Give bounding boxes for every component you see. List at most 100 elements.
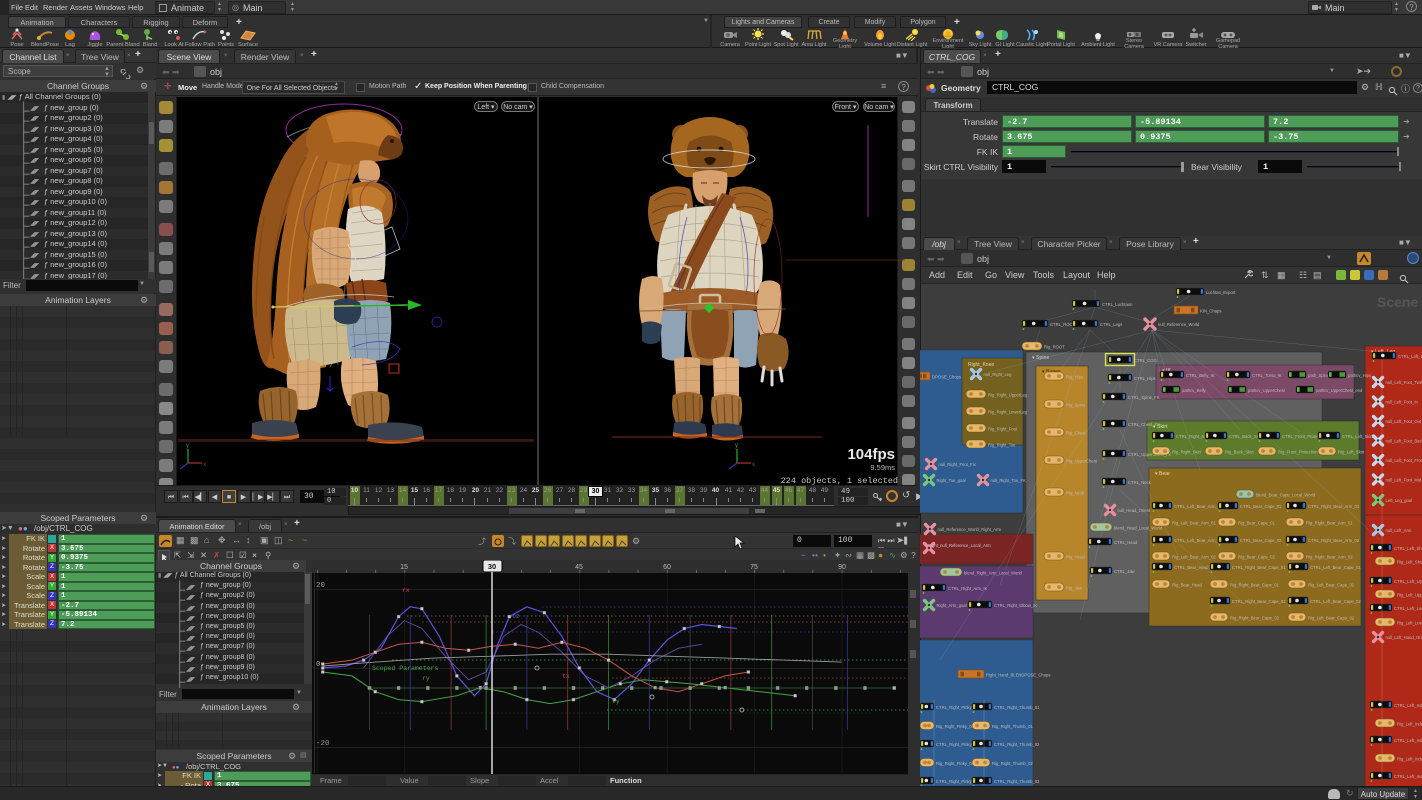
svg-text:▾ Bear: ▾ Bear	[1155, 471, 1170, 477]
svg-text:Right_Arm_goal: Right_Arm_goal	[937, 603, 967, 608]
svg-text:CTRL_Left_Bear_Cape_01: CTRL_Left_Bear_Cape_01	[1310, 565, 1361, 570]
svg-text:Scoped Parameters: Scoped Parameters	[372, 665, 438, 672]
svg-text:Right_Hand_BLENDPOSE_Chops: Right_Hand_BLENDPOSE_Chops	[986, 673, 1050, 678]
svg-text:rx: rx	[402, 587, 410, 594]
svg-text:CTRL_Bear_Cape_01: CTRL_Bear_Cape_01	[1240, 504, 1282, 509]
svg-text:pathcv_Belly: pathcv_Belly	[1182, 388, 1207, 393]
svg-text:Rig_Right_Bear_Arm_02: Rig_Right_Bear_Arm_02	[1306, 555, 1353, 560]
svg-text:Rig_Front_Protection: Rig_Front_Protection	[1278, 450, 1318, 455]
svg-text:Rig_Spine: Rig_Spine	[1066, 403, 1086, 408]
svg-text:CTRL_Right_Pinky_0: CTRL_Right_Pinky_0	[936, 705, 977, 710]
svg-text:null_Head_Orient: null_Head_Orient	[1118, 508, 1151, 513]
svg-text:CTRL_Belly_IK: CTRL_Belly_IK	[1186, 373, 1215, 378]
svg-text:CTRL_Legs: CTRL_Legs	[1100, 322, 1122, 327]
svg-text:Scene: Scene	[1377, 294, 1418, 310]
svg-text:CTRL_Luchtann: CTRL_Luchtann	[1102, 302, 1133, 307]
svg-text:y: y	[735, 443, 738, 449]
svg-text:CTRL_Left_Bear_Arm_02: CTRL_Left_Bear_Arm_02	[1174, 538, 1223, 543]
svg-text:CTRL_Right_Bear_Arm_01: CTRL_Right_Bear_Arm_01	[1308, 504, 1360, 509]
svg-text:CTRL_Left_Bear_Arm_01: CTRL_Left_Bear_Arm_01	[1174, 504, 1223, 509]
svg-text:null_Reference_World: null_Reference_World	[1158, 322, 1200, 327]
svg-text:Rig_Chest: Rig_Chest	[1066, 431, 1086, 436]
svg-text:CTRL_Left_Skirt: CTRL_Left_Skirt	[1342, 434, 1374, 439]
svg-text:blend_Right_Arm_Local_World: blend_Right_Arm_Local_World	[964, 571, 1023, 576]
svg-text:Right_Knee: Right_Knee	[968, 362, 994, 368]
svg-text:null_Right_Toe_FK: null_Right_Toe_FK	[991, 478, 1027, 483]
svg-text:null_Right_Foot_Fix: null_Right_Foot_Fix	[939, 462, 977, 467]
svg-text:Rig_Right_Bear_Cape_02: Rig_Right_Bear_Cape_02	[1230, 616, 1280, 621]
svg-text:CTRL_Left_LowerArm: CTRL_Left_LowerArm	[1394, 606, 1422, 611]
svg-text:path_Spine: path_Spine	[1308, 373, 1330, 378]
svg-text:x: x	[203, 462, 206, 468]
svg-text:null_Reference_World_Right_Arm: null_Reference_World_Right_Arm	[938, 527, 1002, 532]
svg-text:Rig_Left_Index_01: Rig_Left_Index_01	[1397, 722, 1422, 727]
svg-text:CTRL_Jaw: CTRL_Jaw	[1114, 569, 1136, 574]
svg-text:▾ Spine: ▾ Spine	[1032, 355, 1049, 361]
svg-text:x: x	[752, 462, 755, 468]
svg-text:CTRL_Right_Bear_Cape_02: CTRL_Right_Bear_Cape_02	[1232, 599, 1286, 604]
svg-text:Rig_Hips: Rig_Hips	[1066, 375, 1083, 380]
svg-text:null_Left_Foot_In: null_Left_Foot_In	[1386, 400, 1419, 405]
svg-text:Rig_Left_Bear_Cape_01: Rig_Left_Bear_Cape_01	[1308, 583, 1355, 588]
svg-text:Rig_Right_Bear_Cape_01: Rig_Right_Bear_Cape_01	[1230, 583, 1280, 588]
svg-text:CTRL_Left_UpperArm: CTRL_Left_UpperArm	[1394, 579, 1422, 584]
svg-text:null_Right_Leg: null_Right_Leg	[984, 372, 1013, 377]
svg-text:15: 15	[400, 564, 408, 571]
svg-text:-20: -20	[316, 740, 330, 748]
svg-text:Rig_Left_Bear_Arm_02: Rig_Left_Bear_Arm_02	[1172, 555, 1216, 560]
svg-text:Rig_Left_UpperArm: Rig_Left_UpperArm	[1397, 593, 1422, 598]
svg-text:Rig_Right_Pinky_02: Rig_Right_Pinky_02	[936, 761, 975, 766]
svg-text:Rig_Left_Index_02: Rig_Left_Index_02	[1397, 757, 1422, 762]
svg-text:Rig_Bear_Cape_02: Rig_Bear_Cape_02	[1238, 555, 1275, 560]
svg-text:CTRL_Neck: CTRL_Neck	[1128, 480, 1152, 485]
svg-text:20: 20	[316, 582, 326, 590]
svg-text:y: y	[186, 443, 189, 449]
svg-text:Rig_Right_Toe: Rig_Right_Toe	[988, 443, 1016, 448]
svg-text:Rig_Right_UpperLeg: Rig_Right_UpperLeg	[988, 393, 1028, 398]
svg-text:null_Left_Foot_Out: null_Left_Foot_Out	[1386, 419, 1422, 424]
svg-text:KIN_Chaps: KIN_Chaps	[1200, 309, 1221, 314]
svg-text:0: 0	[316, 661, 321, 669]
svg-text:CTRL_Right_Elbow_IK: CTRL_Right_Elbow_IK	[994, 603, 1037, 608]
svg-text:Rig_Right_Thumb_01: Rig_Right_Thumb_01	[992, 724, 1033, 729]
svg-text:CTRL_Bear_Cape_02: CTRL_Bear_Cape_02	[1240, 538, 1282, 543]
svg-text:Rig_Back_Skirt: Rig_Back_Skirt	[1225, 450, 1254, 455]
svg-text:Rig_Neck: Rig_Neck	[1066, 491, 1085, 496]
svg-text:Rig_Right_Skirt: Rig_Right_Skirt	[1172, 450, 1202, 455]
svg-text:90: 90	[838, 564, 846, 571]
svg-text:blend_Bear_Cape_Local_World: blend_Bear_Cape_Local_World	[1256, 493, 1316, 498]
svg-text:CTRL_Left_Index_0: CTRL_Left_Index_0	[1394, 738, 1422, 743]
svg-text:Rig_Left_Skirt: Rig_Left_Skirt	[1338, 450, 1365, 455]
svg-text:tx: tx	[562, 673, 570, 680]
svg-text:Rig_Right_Foot: Rig_Right_Foot	[988, 427, 1018, 432]
svg-text:CTRL_Left_Index_0: CTRL_Left_Index_0	[1394, 703, 1422, 708]
svg-text:DPOSE_Chops: DPOSE_Chops	[932, 375, 961, 380]
svg-text:CTRL_Left_Bear_Cape_02: CTRL_Left_Bear_Cape_02	[1310, 599, 1361, 604]
svg-text:Rig_Right_Pinky_01: Rig_Right_Pinky_01	[936, 724, 975, 729]
svg-text:224 objects, 1 selected: 224 objects, 1 selected	[781, 476, 898, 485]
svg-text:9.59ms: 9.59ms	[870, 463, 895, 472]
svg-text:tz: tz	[512, 613, 520, 620]
svg-text:Rig_Right_Thumb_02: Rig_Right_Thumb_02	[992, 761, 1033, 766]
svg-text:Rig_Left_LowerArm: Rig_Left_LowerArm	[1397, 621, 1422, 626]
svg-text:CTRL_Right_Arm_IK: CTRL_Right_Arm_IK	[948, 586, 988, 591]
svg-text:null_Left_Foot_Twist: null_Left_Foot_Twist	[1386, 380, 1422, 385]
svg-text:null_Left_Foot_Back: null_Left_Foot_Back	[1386, 439, 1422, 444]
svg-text:Rig_Bear_Head: Rig_Bear_Head	[1172, 583, 1202, 588]
svg-text:CTRL_Left_Leg: CTRL_Left_Leg	[1398, 354, 1422, 359]
svg-text:pathcv_Hips: pathcv_Hips	[1348, 373, 1371, 378]
svg-text:CTRL_Bear_Head: CTRL_Bear_Head	[1174, 565, 1209, 570]
svg-text:CTRL_Right_Thumb_01: CTRL_Right_Thumb_01	[994, 705, 1040, 710]
svg-text:Luchtan_Export: Luchtan_Export	[1206, 290, 1236, 295]
svg-text:Rig_Left_Bear_Cape_02: Rig_Left_Bear_Cape_02	[1308, 616, 1355, 621]
svg-text:CTRL_Left_Index_0: CTRL_Left_Index_0	[1394, 774, 1422, 779]
svg-text:CTRL_Spine_FK: CTRL_Spine_FK	[1128, 395, 1160, 400]
svg-text:Rig_ROOT: Rig_ROOT	[1044, 345, 1065, 350]
svg-text:Rig_Left_Shoulder: Rig_Left_Shoulder	[1397, 560, 1422, 565]
svg-text:null_Left_Foot_Mid: null_Left_Foot_Mid	[1386, 478, 1422, 483]
svg-text:pathcv_UpperChest_end: pathcv_UpperChest_end	[1316, 388, 1363, 393]
svg-text:Right_null_Reference_Local_Arm: Right_null_Reference_Local_Arm	[928, 543, 991, 548]
svg-text:CTRL_Head: CTRL_Head	[1114, 540, 1138, 545]
svg-text:CTRL_Hips: CTRL_Hips	[1134, 376, 1156, 381]
svg-text:Rig_UpperChest: Rig_UpperChest	[1066, 459, 1098, 464]
